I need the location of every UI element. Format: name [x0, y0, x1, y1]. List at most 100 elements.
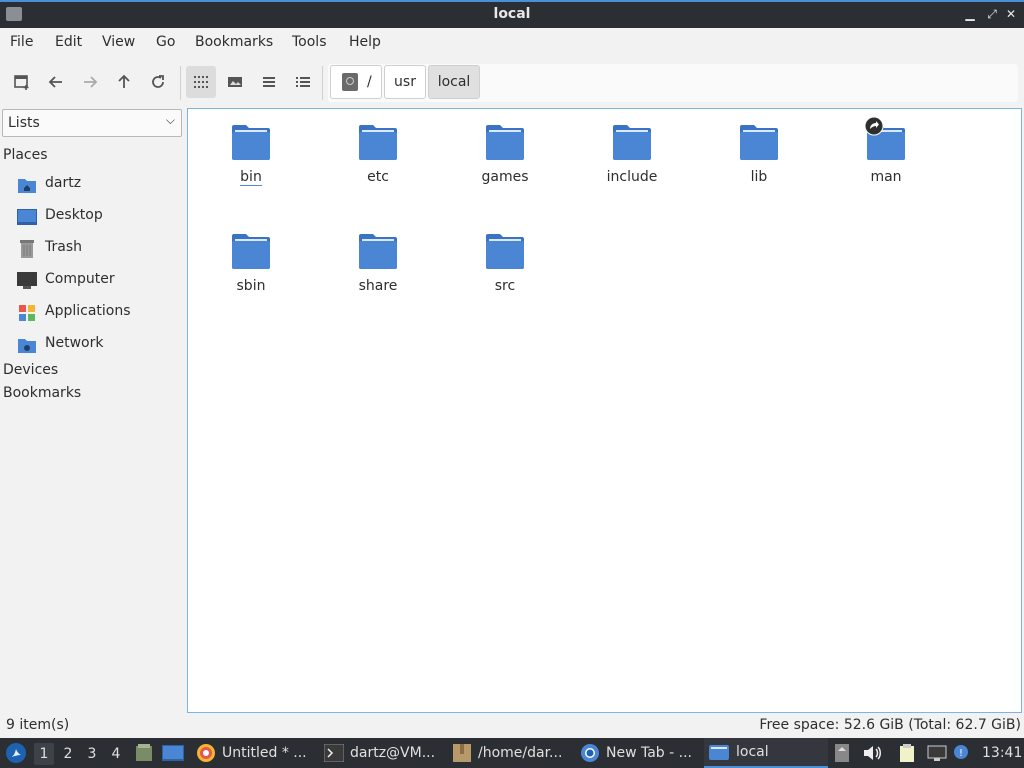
- browser-icon: [581, 744, 599, 762]
- task-home-folder[interactable]: /home/dar...: [448, 738, 574, 768]
- sidebar-mode-select[interactable]: Lists ⌵: [2, 109, 182, 137]
- close-button[interactable]: ✕: [1002, 5, 1020, 23]
- toolbar-separator: [180, 66, 181, 100]
- drive-icon: [342, 73, 358, 91]
- workspace-3[interactable]: 3: [82, 743, 102, 765]
- places-heading[interactable]: Places: [3, 147, 48, 163]
- crumb-usr[interactable]: usr: [384, 65, 426, 99]
- crumb-root[interactable]: /: [330, 65, 382, 99]
- sidebar-item-label: Computer: [45, 271, 115, 287]
- clock[interactable]: 13:41: [982, 738, 1022, 768]
- detailed-view-button[interactable]: [291, 70, 315, 94]
- new-tab-button[interactable]: [10, 70, 34, 94]
- sidebar-item-dartz[interactable]: dartz: [15, 170, 183, 198]
- task-browser[interactable]: New Tab - ...: [576, 738, 702, 768]
- reload-button[interactable]: [146, 70, 170, 94]
- back-button[interactable]: [44, 70, 68, 94]
- file-view[interactable]: bin etc games include lib man sbin share…: [187, 108, 1022, 713]
- applications-icon: [19, 305, 35, 321]
- bookmarks-heading[interactable]: Bookmarks: [3, 385, 81, 401]
- sidebar-item-label: dartz: [45, 175, 82, 191]
- archive-icon: [453, 744, 471, 762]
- sidebar-item-applications[interactable]: Applications: [15, 298, 183, 326]
- menu-file[interactable]: File: [10, 34, 33, 50]
- toolbar-separator: [322, 66, 323, 100]
- devices-heading[interactable]: Devices: [3, 362, 58, 378]
- menu-bookmarks[interactable]: Bookmarks: [195, 34, 273, 50]
- folder-icon: [359, 125, 397, 160]
- sidebar-item-network[interactable]: Network: [15, 330, 183, 358]
- folder-icon: [359, 234, 397, 269]
- update-notification-icon: !: [954, 745, 968, 759]
- forward-button[interactable]: [78, 70, 102, 94]
- start-menu-button[interactable]: [5, 738, 27, 768]
- item-count: 9 item(s): [6, 717, 70, 733]
- task-text-editor[interactable]: Untitled * ...: [192, 738, 318, 768]
- task-terminal[interactable]: dartz@VM...: [320, 738, 446, 768]
- tray-scroll-button[interactable]: [834, 738, 850, 768]
- folder-item-games[interactable]: games: [450, 115, 560, 205]
- folder-item-src[interactable]: src: [450, 224, 560, 314]
- task-label: Untitled * ...: [222, 745, 307, 761]
- crumb-local-label: local: [437, 74, 471, 90]
- grid-icon: [194, 76, 208, 88]
- menu-tools[interactable]: Tools: [292, 34, 327, 50]
- file-manager-icon: [136, 744, 152, 761]
- file-manager-launcher[interactable]: [134, 738, 154, 768]
- show-desktop-button[interactable]: [162, 738, 184, 768]
- task-local-folder[interactable]: local: [704, 738, 828, 768]
- detailed-list-icon: [296, 77, 310, 87]
- volume-button[interactable]: [862, 738, 882, 768]
- folder-name: man: [870, 169, 902, 185]
- sidebar-item-computer[interactable]: Computer: [15, 266, 183, 294]
- home-folder-icon: [18, 179, 36, 193]
- app-menu-icon: [6, 743, 26, 763]
- clipboard-button[interactable]: [898, 738, 916, 768]
- menu-go[interactable]: Go: [156, 34, 175, 50]
- terminal-icon: [324, 744, 344, 762]
- folder-name: bin: [240, 169, 262, 186]
- maximize-button[interactable]: ⤢: [983, 5, 1001, 23]
- svg-text:!: !: [959, 748, 963, 759]
- folder-item-bin[interactable]: bin: [196, 115, 306, 205]
- menu-help[interactable]: Help: [349, 34, 381, 50]
- folder-item-sbin[interactable]: sbin: [196, 224, 306, 314]
- crumb-usr-label: usr: [394, 74, 416, 90]
- taskbar: 1 2 3 4 Untitled * ... dartz@VM... /home…: [0, 738, 1024, 768]
- folder-item-include[interactable]: include: [577, 115, 687, 205]
- network-status-button[interactable]: [926, 738, 948, 768]
- folder-name: lib: [750, 169, 768, 185]
- sidebar-item-desktop[interactable]: Desktop: [15, 202, 183, 230]
- folder-icon: [709, 745, 729, 760]
- image-icon: [228, 77, 242, 87]
- sidebar-item-trash[interactable]: Trash: [15, 234, 183, 262]
- menu-bar: File Edit View Go Bookmarks Tools Help: [0, 28, 1024, 56]
- updates-button[interactable]: !: [952, 738, 972, 768]
- sidebar-item-label: Network: [45, 335, 104, 351]
- compact-view-button[interactable]: [257, 70, 281, 94]
- menu-edit[interactable]: Edit: [55, 34, 82, 50]
- workspace-4[interactable]: 4: [106, 743, 126, 765]
- workspace-2[interactable]: 2: [58, 743, 78, 765]
- icon-view-button[interactable]: [189, 70, 213, 94]
- folder-item-etc[interactable]: etc: [323, 115, 433, 205]
- folder-name: etc: [367, 169, 389, 185]
- task-label: New Tab - ...: [606, 745, 692, 761]
- folder-item-share[interactable]: share: [323, 224, 433, 314]
- toolbar: / usr local: [0, 60, 1024, 104]
- folder-item-man[interactable]: man: [831, 115, 941, 205]
- folder-icon: [613, 125, 651, 160]
- sidebar-item-label: Desktop: [45, 207, 103, 223]
- title-bar: local ▁ ⤢ ✕: [0, 0, 1024, 28]
- workspace-1[interactable]: 1: [34, 743, 54, 765]
- menu-view[interactable]: View: [102, 34, 135, 50]
- folder-icon: [740, 125, 778, 160]
- crumb-local[interactable]: local: [428, 65, 480, 99]
- folder-item-lib[interactable]: lib: [704, 115, 814, 205]
- network-icon: [927, 745, 947, 761]
- minimize-button[interactable]: ▁: [961, 5, 979, 23]
- symlink-emblem-icon: [864, 116, 884, 136]
- up-button[interactable]: [112, 70, 136, 94]
- reload-icon: [152, 75, 164, 88]
- thumbnail-view-button[interactable]: [223, 70, 247, 94]
